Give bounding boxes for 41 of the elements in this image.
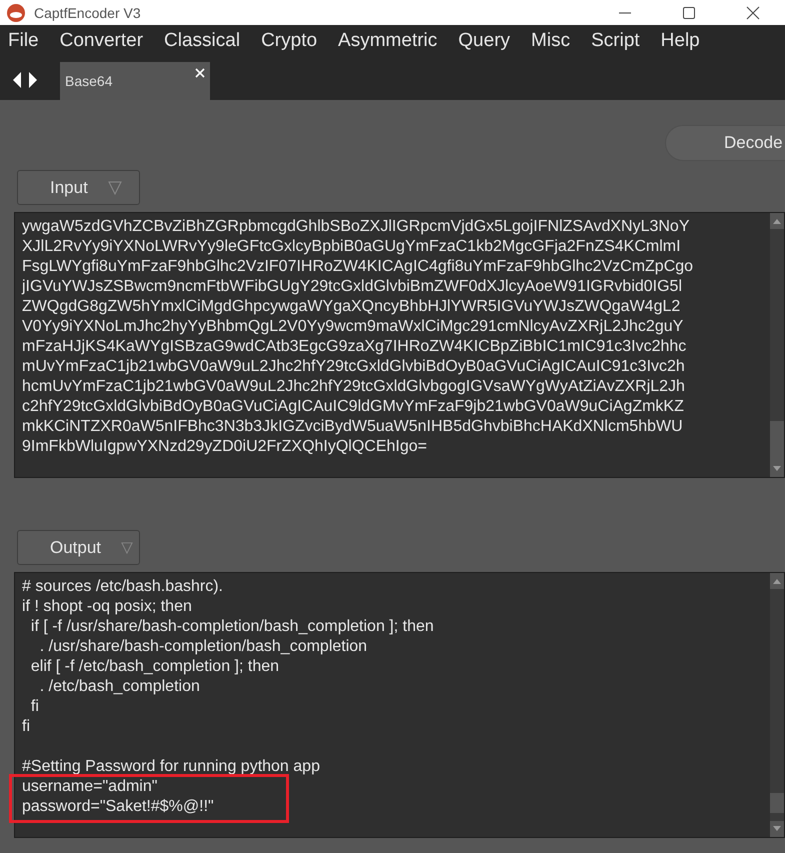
window-title: CaptfEncoder V3	[34, 4, 141, 20]
code-line: #Setting Password for running python app	[22, 757, 321, 777]
menu-item[interactable]: Asymmetric	[338, 30, 438, 52]
menu-item[interactable]: Help	[660, 30, 700, 52]
scroll-down-icon[interactable]	[773, 826, 781, 832]
tab[interactable]: Base64	[60, 62, 210, 100]
scroll-up-icon[interactable]	[773, 218, 781, 224]
code-line: if ! shopt -oq posix; then	[22, 597, 193, 617]
menu-item[interactable]: Misc	[531, 30, 570, 52]
menu-item[interactable]: Query	[458, 30, 510, 52]
code-line: . /etc/bash_completion	[38, 677, 201, 697]
input-text-area[interactable]: ywgaW5zdGVhZCBvZiBhZGRpbmcgdGhlbSBoZXJlIGRpcmVjdGx5LgojIFNlZSAvdXNyL3NoY XJlL2RvYy9iYXNoLWRvYy9leGFtcGxlcyBpbiB0aGUgYmFzaC1kb2MgcGFja2FnZS4KCmlmI FsgLWYgfi8uYmFzaF9hbGlhc2VzIF07IHRoZW4KICAgIC4gfi8uYmFzaF9hbGlhc2VzCmZpCgo jIGVuYWJsZSBwcm9ncmFtbWFibGUgY29tcGxldGlvbiBmZWF0dXJlcyAoeW91IGRvbid0IG5l ZWQgdG8gZW5hYmxlCiMgdGhpcywgaWYgaXQncyBhbHJlYWR5IGVuYWJsZWQgaW4gL2 V0Yy9iYXNoLmJhc2hyYyBhbmQgL2V0Yy9wcm9maWxlCiMgc291cmNlcyAvZXRjL2Jhc2guY mFzaHJjKS4KaWYgISBzaG9wdCAtb3EgcG9zaXg7IHRoZW4KICBpZiBbIC1mIC91c3Ivc2hhc mUvYmFzaC1jb21wbGV0aW9uL2Jhc2hfY29tcGxldGlvbiBdOyB0aGVuCiAgICAuIC91c3Ivc2h hcmUvYmFzaC1jb21wbGV0aW9uL2Jhc2hfY29tcGxldGlvbgogIGVsaWYgWyAtZiAvZXRjL2Jh c2hfY29tcGxldGlvbiBdOyB0aGVuCiAgICAuIC9ldGMvYmFzaF9jb21wbGV0aW9uCiAgZmkKZ mkKCiNTZXR0aW5nIFBhc3N3b3JkIGZvciBydW5uaW5nIHB5dGhvbiBhcHAKdXNlcm5hbWU 9ImFkbWluIgpwYXNzd29yZD0iU2FrZXQhIyQlQCEhIgo=	[14, 212, 785, 478]
code-line: . /usr/share/bash-completion/bash_completion	[38, 637, 368, 657]
code-line: username="admin"	[22, 777, 158, 797]
app-logo-icon	[6, 2, 26, 22]
forward-icon[interactable]	[28, 72, 38, 88]
scrollbar[interactable]	[770, 573, 784, 837]
dropdown-icon	[121, 540, 133, 554]
scrollbar[interactable]	[770, 213, 784, 477]
decode-button[interactable]: Decode	[665, 125, 785, 161]
close-icon[interactable]	[746, 6, 760, 20]
scroll-up-icon[interactable]	[773, 578, 781, 584]
menu-item[interactable]: File	[8, 30, 39, 52]
code-line: elif [ -f /etc/bash_completion ]; then	[30, 657, 280, 677]
maximize-icon[interactable]	[682, 6, 696, 20]
code-line: # sources /etc/bash.bashrc).	[22, 577, 224, 597]
input-dropdown[interactable]: Input	[17, 170, 140, 205]
code-line: fi	[22, 717, 31, 737]
back-icon[interactable]	[12, 72, 22, 88]
code-line: fi	[30, 697, 40, 717]
code-line: password="Saket!#$%@!!"	[22, 797, 215, 817]
scroll-down-icon[interactable]	[773, 466, 781, 472]
output-dropdown[interactable]: Output	[17, 530, 140, 565]
scroll-thumb[interactable]	[770, 421, 784, 461]
menu-item[interactable]: Classical	[164, 30, 240, 52]
menu-item[interactable]: Script	[591, 30, 640, 52]
scroll-thumb[interactable]	[770, 793, 784, 813]
menu-item[interactable]: Crypto	[261, 30, 318, 52]
menu-item[interactable]: Converter	[60, 30, 144, 52]
code-line: if [ -f /usr/share/bash-completion/bash_completion ]; then	[30, 617, 435, 637]
dropdown-icon	[108, 180, 122, 194]
